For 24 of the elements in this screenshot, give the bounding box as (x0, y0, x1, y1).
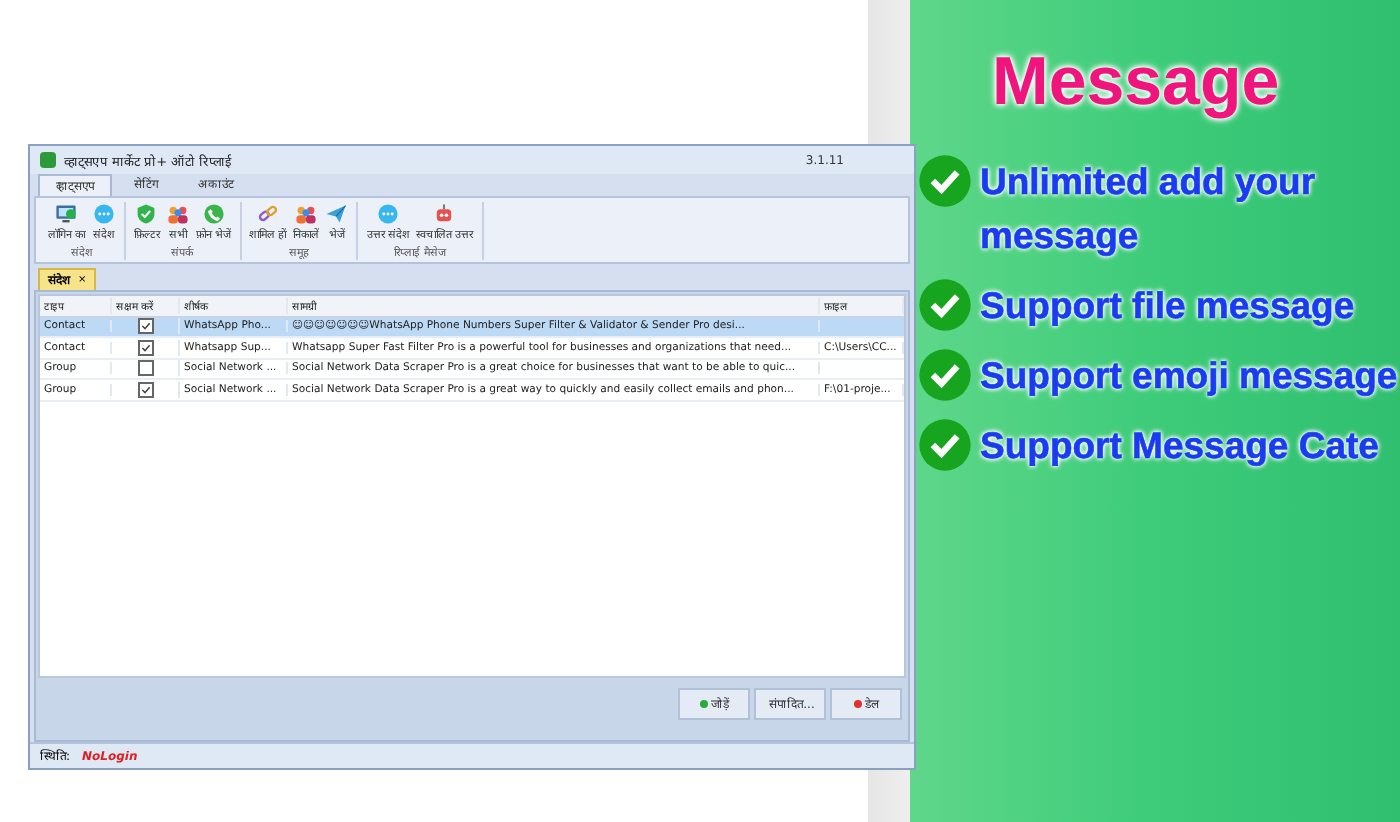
feature-text: Support file message (980, 282, 1357, 330)
feature-text: Unlimited add your message (980, 158, 1318, 260)
checkbox[interactable] (137, 360, 153, 377)
check-icon (918, 154, 972, 208)
chat-bubble-icon (376, 202, 401, 226)
checkbox[interactable] (137, 318, 153, 335)
shield-check-icon (134, 202, 159, 226)
feature-text: Support emoji message (980, 352, 1400, 400)
checkbox[interactable] (137, 381, 153, 398)
robot-icon (432, 202, 457, 226)
check-icon (918, 418, 972, 472)
monitor-icon (54, 202, 79, 226)
people-icon (293, 202, 318, 226)
chain-link-icon (255, 202, 280, 226)
paper-plane-icon (324, 202, 349, 226)
check-icon (918, 278, 972, 332)
phone-icon (201, 202, 226, 226)
people-icon (165, 202, 190, 226)
checkbox[interactable] (137, 339, 153, 356)
promo-heading: Message (992, 44, 1282, 122)
check-icon (918, 348, 972, 402)
chat-bubble-icon (91, 202, 116, 226)
app-logo-icon (40, 152, 56, 168)
feature-text: Support Message Cate (980, 422, 1381, 470)
